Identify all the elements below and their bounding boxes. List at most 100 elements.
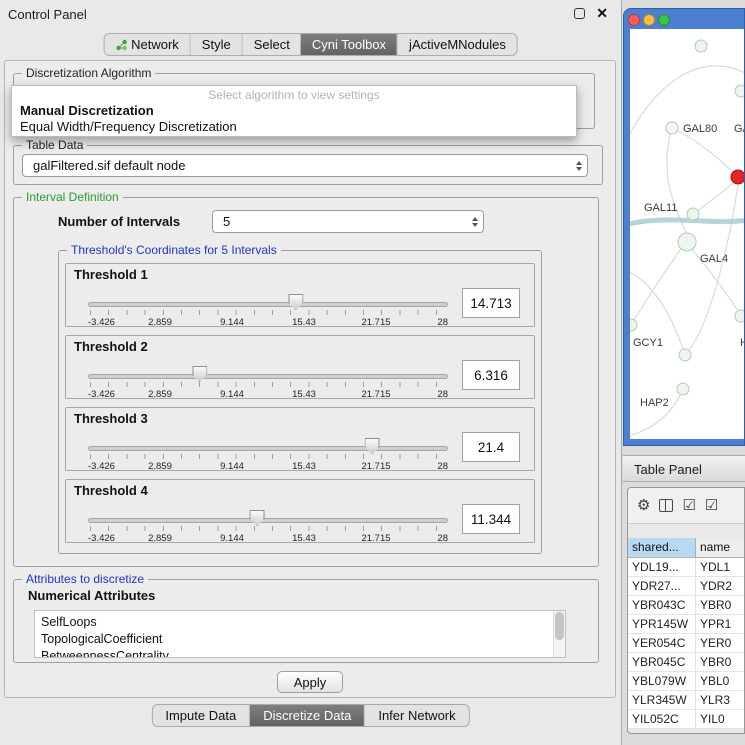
table-row[interactable]: YDL19...YDL1 (628, 558, 744, 577)
dropdown-option-manual-discretization[interactable]: Manual Discretization (12, 102, 576, 118)
node-gal4[interactable] (678, 233, 696, 251)
table-row[interactable]: YBR045CYBR0 (628, 653, 744, 672)
threshold-1-slider[interactable]: -3.426 2.859 9.144 15.43 21.715 28 (88, 290, 448, 326)
table-panel-titlebar: Table Panel (623, 455, 745, 482)
scale-label: -3.426 (88, 461, 115, 472)
slider-thumb[interactable] (365, 438, 380, 454)
tab-discretize-data[interactable]: Discretize Data (249, 705, 364, 726)
table-data-combo[interactable]: galFiltered.sif default node (22, 154, 588, 177)
cell: YBR043C (628, 596, 696, 614)
select-all-icon[interactable]: ☑ (682, 498, 695, 513)
slider-thumb[interactable] (250, 510, 265, 526)
threshold-3-box: Threshold 3 -3.426 2.859 9.144 15.43 21.… (65, 407, 535, 471)
scale-label: -3.426 (88, 317, 115, 328)
threshold-4-slider[interactable]: -3.426 2.859 9.144 15.43 21.715 28 (88, 506, 448, 542)
attributes-scrollbar[interactable] (553, 611, 565, 657)
slider-ticks (90, 310, 446, 315)
node-gcy1[interactable] (630, 319, 637, 331)
columns-icon[interactable] (659, 499, 673, 512)
tab-select[interactable]: Select (242, 34, 301, 55)
node[interactable] (735, 310, 744, 322)
table-row[interactable]: YLR345WYLR3 (628, 691, 744, 710)
number-of-intervals-combo[interactable]: 5 (212, 210, 484, 233)
table-row[interactable]: YDR27...YDR2 (628, 577, 744, 596)
float-window-icon[interactable] (574, 8, 585, 19)
list-item[interactable]: TopologicalCoefficient (41, 631, 565, 648)
column-header-shared-name[interactable]: shared... (628, 538, 696, 557)
tab-jactivemnodules[interactable]: jActiveMNodules (397, 34, 517, 55)
scale-label: -3.426 (88, 389, 115, 400)
scale-label: 2.859 (148, 461, 172, 472)
list-item[interactable]: SelfLoops (41, 614, 565, 631)
scale-label: 21.715 (361, 317, 390, 328)
node-gal11[interactable] (687, 208, 699, 220)
slider-track[interactable] (88, 302, 448, 307)
table-row[interactable]: YPR145WYPR1 (628, 615, 744, 634)
table-row[interactable]: YIL052CYIL0 (628, 710, 744, 729)
gear-icon[interactable]: ⚙ (637, 498, 650, 513)
threshold-1-value-field[interactable]: 14.713 (462, 288, 520, 318)
number-of-intervals-value: 5 (223, 214, 230, 229)
node[interactable] (735, 85, 744, 97)
numerical-attributes-list: SelfLoops TopologicalCoefficient Between… (34, 610, 566, 658)
slider-thumb[interactable] (192, 366, 207, 382)
cell: YDR2 (696, 577, 744, 595)
scale-label: 15.43 (292, 317, 316, 328)
group-title: Interval Definition (22, 190, 123, 204)
slider-thumb[interactable] (288, 294, 303, 310)
scale-label: -3.426 (88, 533, 115, 544)
threshold-2-slider[interactable]: -3.426 2.859 9.144 15.43 21.715 28 (88, 362, 448, 398)
threshold-3-value-field[interactable]: 21.4 (462, 432, 520, 462)
tab-label: Network (131, 37, 179, 52)
node-hap2[interactable] (677, 383, 689, 395)
list-item[interactable]: BetweennessCentrality (41, 648, 565, 658)
threshold-3-slider[interactable]: -3.426 2.859 9.144 15.43 21.715 28 (88, 434, 448, 470)
cell: YDL1 (696, 558, 744, 576)
attributes-group: Attributes to discretize Numerical Attri… (13, 579, 599, 663)
tab-impute-data[interactable]: Impute Data (152, 705, 249, 726)
threshold-2-value-field[interactable]: 6.316 (462, 360, 520, 390)
node-gal80[interactable] (666, 122, 678, 134)
threshold-2-box: Threshold 2 -3.426 2.859 9.144 15.43 21.… (65, 335, 535, 399)
threshold-label: Threshold 4 (74, 483, 148, 498)
tab-style[interactable]: Style (190, 34, 242, 55)
tab-network[interactable]: Network (104, 34, 190, 55)
node[interactable] (695, 40, 707, 52)
scale-label: 9.144 (220, 461, 244, 472)
cell: YBR0 (696, 596, 744, 614)
slider-track[interactable] (88, 446, 448, 451)
table-row[interactable]: YER054CYER0 (628, 634, 744, 653)
number-of-intervals-label: Number of Intervals (58, 214, 180, 229)
select-none-icon[interactable]: ☑ (705, 498, 718, 513)
scale-label: 21.715 (361, 389, 390, 400)
scale-label: 28 (437, 389, 448, 400)
table-row[interactable]: YBR043CYBR0 (628, 596, 744, 615)
zoom-traffic-light-icon[interactable] (658, 14, 670, 26)
top-tab-bar: Network Style Select Cyni Toolbox jActiv… (103, 33, 518, 56)
table-row[interactable]: YBL079WYBL0 (628, 672, 744, 691)
cell: YBR0 (696, 653, 744, 671)
cell: YIL0 (696, 710, 744, 728)
group-title: Threshold's Coordinates for 5 Intervals (67, 243, 281, 257)
minimize-traffic-light-icon[interactable] (643, 14, 655, 26)
threshold-4-value-field[interactable]: 11.344 (462, 504, 520, 534)
apply-button[interactable]: Apply (277, 671, 343, 693)
network-canvas[interactable]: GAL80 GA GAL11 GAL4 GCY1 H HAP2 (630, 29, 744, 439)
close-icon[interactable]: ✕ (596, 5, 608, 22)
slider-track[interactable] (88, 518, 448, 523)
selected-red-node[interactable] (731, 170, 744, 184)
group-title: Discretization Algorithm (22, 66, 155, 80)
dropdown-option-equal-width-frequency[interactable]: Equal Width/Frequency Discretization (12, 118, 576, 134)
tab-infer-network[interactable]: Infer Network (364, 705, 468, 726)
tab-cyni-toolbox[interactable]: Cyni Toolbox (301, 34, 397, 55)
slider-ticks (90, 382, 446, 387)
close-traffic-light-icon[interactable] (628, 14, 640, 26)
window-title: Control Panel (8, 7, 87, 22)
slider-track[interactable] (88, 374, 448, 379)
column-header-name[interactable]: name (696, 538, 744, 557)
cell: YDL19... (628, 558, 696, 576)
node[interactable] (679, 349, 691, 361)
interval-definition-group: Interval Definition Number of Intervals … (13, 197, 599, 567)
threshold-1-box: Threshold 1 -3.426 2.859 9.144 15.43 21.… (65, 263, 535, 327)
scrollbar-thumb[interactable] (555, 612, 564, 640)
